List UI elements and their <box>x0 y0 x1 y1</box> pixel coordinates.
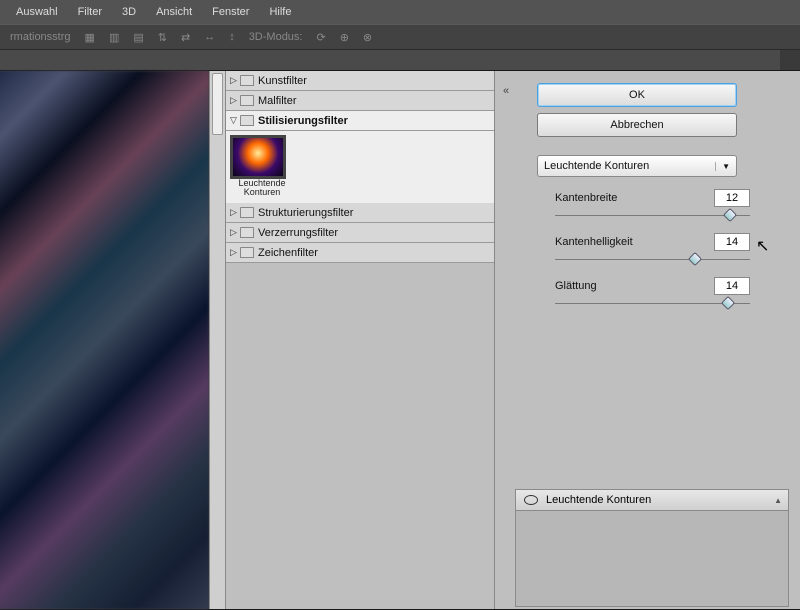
folder-icon <box>240 75 254 86</box>
kantenhelligkeit-input[interactable]: 14 <box>714 233 750 251</box>
folder-icon <box>240 95 254 106</box>
expand-icon[interactable]: ▷ <box>230 95 240 106</box>
preview-scrollbar[interactable] <box>209 71 225 609</box>
param-glaettung: Glättung 14 <box>555 277 789 311</box>
folder-icon <box>240 227 254 238</box>
kantenbreite-input[interactable]: 12 <box>714 189 750 207</box>
stack-body <box>515 511 789 607</box>
kantenhelligkeit-slider[interactable] <box>555 253 750 267</box>
filter-gallery-dialog: ▷ Kunstfilter ▷ Malfilter ▽ Stilisierung… <box>0 70 800 610</box>
app-menubar[interactable]: Auswahl Filter 3D Ansicht Fenster Hilfe <box>0 0 800 24</box>
menu-3d[interactable]: 3D <box>112 2 146 22</box>
kantenbreite-slider[interactable] <box>555 209 750 223</box>
filter-controls: « OK Abbrechen Leuchtende Konturen ▼ Kan… <box>495 71 800 609</box>
param-kantenhelligkeit: Kantenhelligkeit 14 <box>555 233 789 267</box>
chevron-up-icon[interactable]: ▲ <box>774 496 782 505</box>
slider-thumb[interactable] <box>688 252 702 266</box>
tree-zeichenfilter[interactable]: ▷ Zeichenfilter <box>226 243 494 263</box>
glaettung-input[interactable]: 14 <box>714 277 750 295</box>
stack-item[interactable]: Leuchtende Konturen ▲ <box>515 489 789 511</box>
effect-stack: Leuchtende Konturen ▲ <box>515 489 789 609</box>
folder-icon <box>240 247 254 258</box>
menu-hilfe[interactable]: Hilfe <box>259 2 301 22</box>
expand-icon[interactable]: ▷ <box>230 247 240 258</box>
thumb-preview-icon <box>232 137 284 177</box>
slider-thumb[interactable] <box>723 208 737 222</box>
slider-thumb[interactable] <box>721 296 735 310</box>
chevron-down-icon: ▼ <box>715 162 730 171</box>
filter-thumbnails: Leuchtende Konturen <box>226 131 494 203</box>
visibility-eye-icon[interactable] <box>522 493 540 507</box>
expand-icon[interactable]: ▷ <box>230 75 240 86</box>
preview-canvas[interactable] <box>0 71 209 609</box>
menu-ansicht[interactable]: Ansicht <box>146 2 202 22</box>
filter-tree: ▷ Kunstfilter ▷ Malfilter ▽ Stilisierung… <box>225 71 495 609</box>
collapse-icon[interactable]: ▽ <box>230 115 240 126</box>
options-toolbar: rmationsstrg ▦▥▤⇅⇄↔↕ 3D-Modus: ⟳⊕⊗ <box>0 24 800 50</box>
menu-auswahl[interactable]: Auswahl <box>6 2 68 22</box>
tree-strukturierungsfilter[interactable]: ▷ Strukturierungsfilter <box>226 203 494 223</box>
menu-fenster[interactable]: Fenster <box>202 2 259 22</box>
ok-button[interactable]: OK <box>537 83 737 107</box>
expand-icon[interactable]: ▷ <box>230 207 240 218</box>
filter-select-dropdown[interactable]: Leuchtende Konturen ▼ <box>537 155 737 177</box>
tree-verzerrungsfilter[interactable]: ▷ Verzerrungsfilter <box>226 223 494 243</box>
collapse-tree-icon[interactable]: « <box>499 85 513 103</box>
menu-filter[interactable]: Filter <box>68 2 112 22</box>
tree-stilisierungsfilter[interactable]: ▽ Stilisierungsfilter <box>226 111 494 131</box>
tree-kunstfilter[interactable]: ▷ Kunstfilter <box>226 71 494 91</box>
toolbar-hint: rmationsstrg <box>10 31 71 43</box>
cancel-button[interactable]: Abbrechen <box>537 113 737 137</box>
folder-icon <box>240 115 254 126</box>
folder-icon <box>240 207 254 218</box>
toolbar-3dmode: 3D-Modus: <box>249 31 303 43</box>
tree-malfilter[interactable]: ▷ Malfilter <box>226 91 494 111</box>
glaettung-slider[interactable] <box>555 297 750 311</box>
expand-icon[interactable]: ▷ <box>230 227 240 238</box>
thumb-leuchtende-konturen[interactable]: Leuchtende Konturen <box>232 137 292 197</box>
param-kantenbreite: Kantenbreite 12 <box>555 189 789 223</box>
